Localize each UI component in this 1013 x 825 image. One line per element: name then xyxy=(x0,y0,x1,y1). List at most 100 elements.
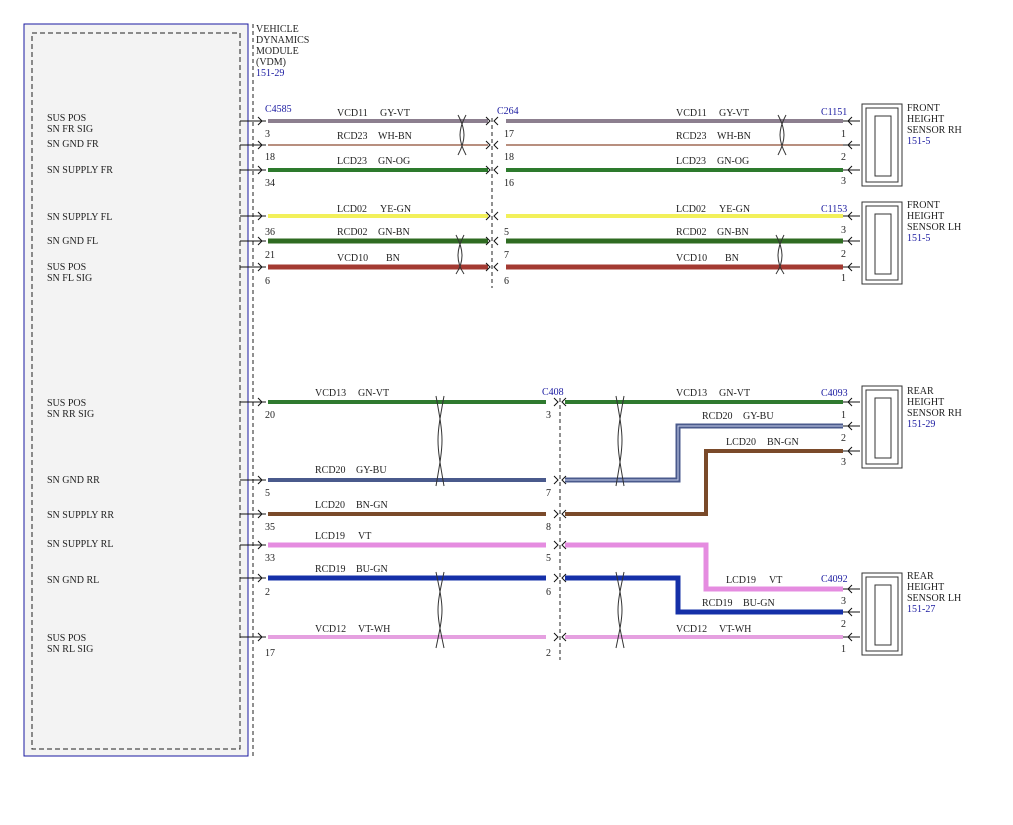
connector-c408: C408 xyxy=(542,387,564,398)
sensor-ref: 151-29 xyxy=(907,419,935,430)
pin-number: 2 xyxy=(841,152,846,163)
pin-number: 3 xyxy=(841,225,846,236)
circuit-label: RCD20 xyxy=(315,465,346,476)
wire-color-label: VT xyxy=(358,531,371,542)
wire-color-label: VT-WH xyxy=(358,624,390,635)
circuit-label: RCD20 xyxy=(702,411,733,422)
circuit-label: VCD13 xyxy=(676,388,707,399)
pin-number: 1 xyxy=(841,129,846,140)
pin-number: 20 xyxy=(265,410,275,421)
wiring-diagram: VEHICLE DYNAMICS MODULE (VDM) 151-29 SUS… xyxy=(23,23,962,757)
pin-number: 2 xyxy=(841,433,846,444)
module-title-line4: (VDM) xyxy=(256,57,286,68)
sensor-ref: 151-27 xyxy=(907,604,935,615)
pin-number: 17 xyxy=(504,129,514,140)
circuit-label: RCD23 xyxy=(676,131,707,142)
sensor-rear-lh xyxy=(861,572,903,656)
circuit-label: VCD12 xyxy=(315,624,346,635)
pin-number: 18 xyxy=(504,152,514,163)
circuit-label: LCD20 xyxy=(726,437,756,448)
pin-label: SN GND RR xyxy=(47,475,100,486)
wire-color-label: BN-GN xyxy=(356,500,388,511)
wire-color-label: GN-BN xyxy=(717,227,749,238)
sensor-terminals xyxy=(843,116,860,642)
connector-c4092: C4092 xyxy=(821,574,848,585)
sensor-label: FRONT xyxy=(907,103,940,114)
connector-c264: C264 xyxy=(497,106,519,117)
circuit-label: LCD02 xyxy=(337,204,367,215)
sensor-label: HEIGHT xyxy=(907,582,944,593)
pin-number: 35 xyxy=(265,522,275,533)
pin-label: SUS POS xyxy=(47,113,86,124)
module-ref: 151-29 xyxy=(256,68,284,79)
pin-number: 2 xyxy=(841,619,846,630)
pin-label: SN GND RL xyxy=(47,575,99,586)
pin-number: 5 xyxy=(546,553,551,564)
pin-number: 16 xyxy=(504,178,514,189)
circuit-label: VCD11 xyxy=(337,108,368,119)
circuit-label: RCD19 xyxy=(702,598,733,609)
pin-number: 1 xyxy=(841,644,846,655)
pin-label: SN FR SIG xyxy=(47,124,93,135)
circuit-label: LCD23 xyxy=(676,156,706,167)
pin-number: 3 xyxy=(546,410,551,421)
wire-color-label: BU-GN xyxy=(743,598,775,609)
sensor-ref: 151-5 xyxy=(907,233,930,244)
pin-label: SUS POS xyxy=(47,398,86,409)
pin-number: 2 xyxy=(546,648,551,659)
sensor-label: SENSOR RH xyxy=(907,125,962,136)
wire-lcd19 xyxy=(268,542,843,592)
sensor-label: REAR xyxy=(907,386,934,397)
pin-label: SN FL SIG xyxy=(47,273,92,284)
pin-number: 1 xyxy=(841,410,846,421)
wire-color-label: GN-OG xyxy=(378,156,410,167)
pin-number: 1 xyxy=(841,273,846,284)
pin-label: SN SUPPLY FR xyxy=(47,165,113,176)
circuit-label: VCD11 xyxy=(676,108,707,119)
wire-color-label: BN xyxy=(725,253,739,264)
circuit-label: LCD23 xyxy=(337,156,367,167)
pin-number: 3 xyxy=(841,176,846,187)
wire-color-label: GN-BN xyxy=(378,227,410,238)
circuit-label: RCD19 xyxy=(315,564,346,575)
pin-label: SN RR SIG xyxy=(47,409,94,420)
wire-color-label: GY-VT xyxy=(380,108,410,119)
pin-label: SUS POS xyxy=(47,262,86,273)
circuit-label: VCD10 xyxy=(337,253,368,264)
pin-number: 36 xyxy=(265,227,275,238)
sensor-ref: 151-5 xyxy=(907,136,930,147)
wire-color-label: GY-BU xyxy=(743,411,774,422)
pin-label: SN RL SIG xyxy=(47,644,93,655)
sensor-label: HEIGHT xyxy=(907,397,944,408)
circuit-label: LCD19 xyxy=(726,575,756,586)
inline-terminals xyxy=(485,116,567,642)
wire-color-label: GN-VT xyxy=(358,388,389,399)
sensor-front-lh xyxy=(861,201,903,285)
pin-number: 5 xyxy=(265,488,270,499)
circuit-label: RCD23 xyxy=(337,131,368,142)
pin-number: 33 xyxy=(265,553,275,564)
pin-number: 6 xyxy=(546,587,551,598)
wire-color-label: VT xyxy=(769,575,782,586)
wire-color-label: YE-GN xyxy=(380,204,411,215)
wire-color-label: GN-VT xyxy=(719,388,750,399)
connector-c4585: C4585 xyxy=(265,104,292,115)
wire-color-label: GN-OG xyxy=(717,156,749,167)
circuit-label: VCD10 xyxy=(676,253,707,264)
wire-color-label: VT-WH xyxy=(719,624,751,635)
circuit-label: LCD20 xyxy=(315,500,345,511)
connector-c1153: C1153 xyxy=(821,204,847,215)
pin-number: 3 xyxy=(841,596,846,607)
wire-color-label: GY-VT xyxy=(719,108,749,119)
circuit-labels: VCD11 GY-VT VCD11 GY-VT RCD23 WH-BN RCD2… xyxy=(315,108,799,635)
sensor-label: SENSOR LH xyxy=(907,222,961,233)
sensor-front-rh xyxy=(861,103,903,187)
pin-number: 3 xyxy=(265,129,270,140)
pin-number: 3 xyxy=(841,457,846,468)
pin-number: 34 xyxy=(265,178,275,189)
pin-label: SN GND FR xyxy=(47,139,99,150)
connector-c1151: C1151 xyxy=(821,107,847,118)
pin-number: 7 xyxy=(546,488,551,499)
pin-number: 6 xyxy=(504,276,509,287)
sensor-label: FRONT xyxy=(907,200,940,211)
